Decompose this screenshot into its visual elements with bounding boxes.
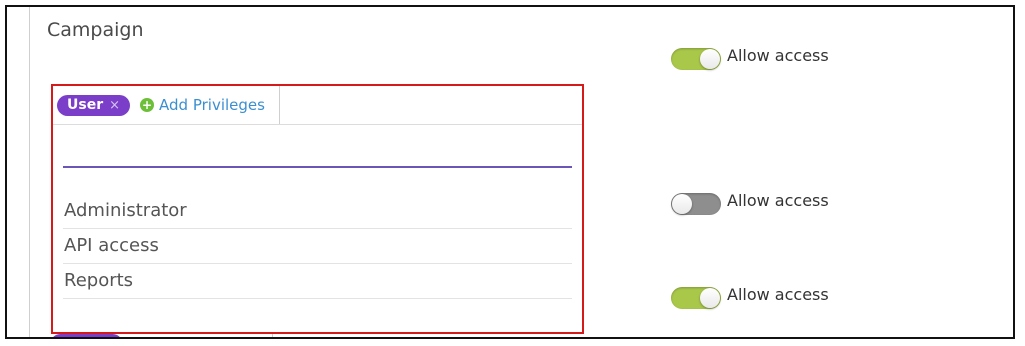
option-list: Administrator API access Reports: [63, 194, 572, 299]
privileges-row: User × + Add Privileges: [53, 86, 582, 125]
toggle-row-3: Allow access: [671, 284, 829, 309]
allow-access-toggle-2[interactable]: [671, 193, 721, 215]
toggle-row-1: Allow access: [671, 45, 829, 70]
allow-access-label-2: Allow access: [727, 190, 829, 210]
screenshot-frame: Campaign Allow access Allow access Allow…: [5, 5, 1015, 339]
option-api-access[interactable]: API access: [63, 229, 572, 264]
user-chip-label: User: [60, 336, 96, 337]
panel-divider: [29, 7, 30, 337]
section-title: Campaign: [47, 19, 144, 41]
add-privileges-label: Add Privileges: [159, 96, 265, 114]
user-chip[interactable]: User ×: [57, 94, 131, 116]
remove-icon[interactable]: ×: [102, 337, 113, 338]
allow-access-label-1: Allow access: [727, 45, 829, 65]
user-chip-label: User: [67, 97, 104, 113]
add-privileges-label: Add Privileges: [152, 335, 258, 337]
toggle-knob: [700, 49, 720, 69]
add-privileges-button[interactable]: + Add Privileges: [140, 86, 280, 124]
plus-circle-icon: +: [133, 337, 147, 339]
toggle-row-2: Allow access: [671, 190, 829, 215]
allow-access-label-3: Allow access: [727, 284, 829, 304]
toggle-knob: [700, 288, 720, 308]
allow-access-toggle-1[interactable]: [671, 48, 721, 70]
user-chip[interactable]: User ×: [50, 333, 124, 338]
search-input[interactable]: [63, 166, 572, 168]
option-reports[interactable]: Reports: [63, 264, 572, 299]
remove-icon[interactable]: ×: [109, 98, 120, 113]
plus-circle-icon: +: [140, 98, 155, 112]
privileges-dropdown: User × + Add Privileges Administrator AP…: [51, 84, 584, 334]
allow-access-toggle-3[interactable]: [671, 287, 721, 309]
toggle-knob: [672, 194, 692, 214]
option-administrator[interactable]: Administrator: [63, 194, 572, 229]
